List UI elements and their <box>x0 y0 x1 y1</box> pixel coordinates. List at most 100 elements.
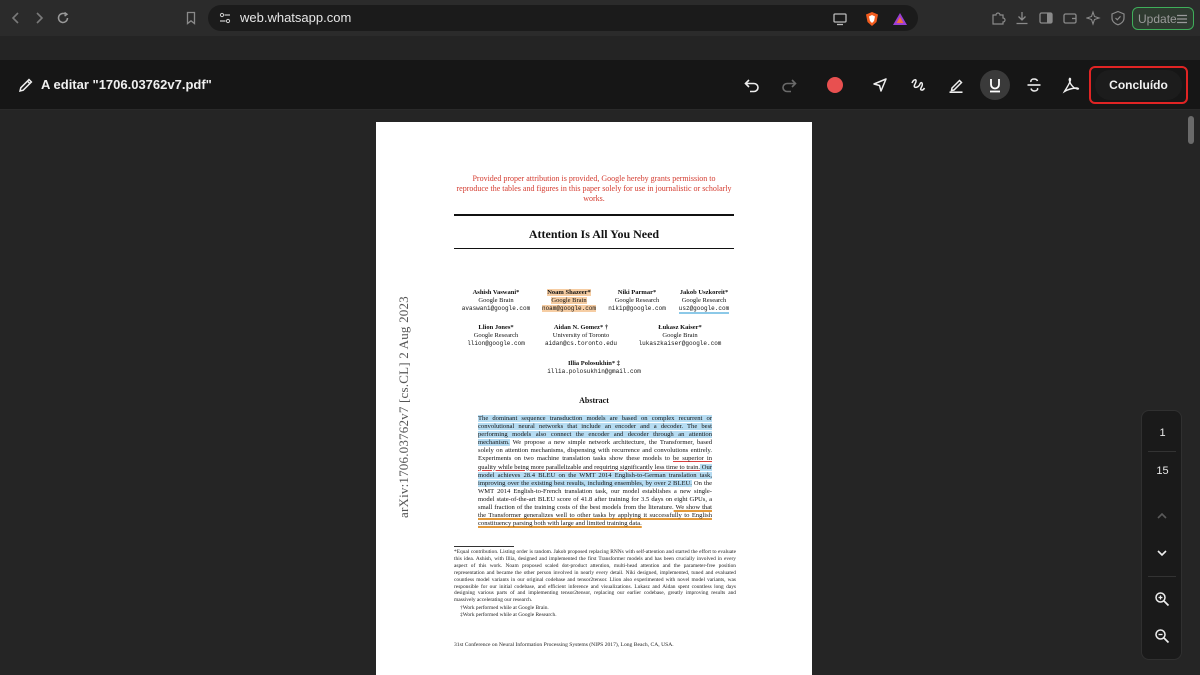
wallet-icon[interactable] <box>1062 10 1078 26</box>
author-email: llion@google.com <box>467 340 525 347</box>
scrollbar-thumb[interactable] <box>1188 116 1194 144</box>
abstract-heading: Abstract <box>579 396 609 405</box>
current-page-number[interactable]: 1 <box>1142 427 1183 439</box>
pencil-icon <box>18 78 33 93</box>
author-name: Aidan N. Gomez* † <box>553 324 609 331</box>
author-name: Llion Jones* <box>478 324 514 331</box>
redo-icon <box>782 79 797 93</box>
divider <box>1148 451 1176 452</box>
footnote-rule <box>454 546 514 547</box>
draw-tool-button[interactable] <box>903 70 933 100</box>
acrobat-icon <box>1062 77 1080 94</box>
author-email: avaswani@google.com <box>461 305 531 312</box>
author-block: Łukasz Kaiser* Google Brain lukaszkaiser… <box>628 324 732 348</box>
pdf-editor-toolbar: A editar "1706.03762v7.pdf" <box>0 60 1200 110</box>
site-settings-icon[interactable] <box>218 11 232 25</box>
brave-shield-icon[interactable] <box>864 11 880 27</box>
underline-icon <box>990 79 1000 93</box>
author-block: Ashish Vaswani* Google Brain avaswani@go… <box>456 289 536 313</box>
footnotes: *Equal contribution. Listing order is ra… <box>454 549 736 619</box>
brave-rewards-icon[interactable] <box>892 11 908 27</box>
author-email: illia.polosukhin@gmail.com <box>547 368 641 375</box>
send-icon <box>873 78 887 92</box>
author-name: Noam Shazeer* <box>547 289 591 296</box>
draw-icon <box>911 79 926 91</box>
zoom-in-icon <box>1155 592 1170 607</box>
author-affiliation: University of Toronto <box>552 332 610 339</box>
author-email: noam@google.com <box>541 305 596 312</box>
author-block: Noam Shazeer* Google Brain noam@google.c… <box>538 289 600 313</box>
author-name: Niki Parmar* <box>617 289 657 296</box>
acrobat-tool-button[interactable] <box>1056 70 1086 100</box>
menu-icon[interactable] <box>1176 13 1188 25</box>
author-affiliation: Google Research <box>473 332 519 339</box>
pdf-page[interactable]: Provided proper attribution is provided,… <box>376 122 812 675</box>
highlighter-tool-button[interactable] <box>941 70 971 100</box>
paper-title: Attention Is All You Need <box>528 227 660 241</box>
author-block: Llion Jones* Google Research llion@googl… <box>458 324 534 348</box>
author-email: lukaszkaiser@google.com <box>638 340 722 347</box>
leo-ai-icon[interactable] <box>1086 10 1102 26</box>
author-name: Łukasz Kaiser* <box>658 324 702 331</box>
next-page-button[interactable] <box>1152 543 1172 563</box>
title-rule-bottom <box>454 248 734 249</box>
permission-notice: Provided proper attribution is provided,… <box>456 174 732 203</box>
document-title: A editar "1706.03762v7.pdf" <box>41 77 212 92</box>
author-affiliation: Google Research <box>614 297 660 304</box>
author-block: Jakob Uszkoreit* Google Research usz@goo… <box>672 289 736 314</box>
forward-icon[interactable] <box>29 8 49 28</box>
footnote-double-dagger: ‡Work performed while at Google Research… <box>460 612 557 619</box>
strikethrough-tool-button[interactable] <box>1019 70 1049 100</box>
strikethrough-icon <box>1027 78 1041 92</box>
footnote-equal-contribution: *Equal contribution. Listing order is ra… <box>454 549 736 604</box>
author-email: nikip@google.com <box>608 305 666 312</box>
color-picker-button[interactable] <box>820 70 850 100</box>
redo-button[interactable] <box>774 70 804 100</box>
author-affiliation: Google Brain <box>662 332 698 339</box>
zoom-out-icon <box>1155 629 1170 644</box>
update-label: Update <box>1138 11 1177 26</box>
author-email: usz@google.com <box>678 305 730 314</box>
conference-line: 31st Conference on Neural Information Pr… <box>454 642 674 648</box>
underline-tool-button[interactable] <box>980 70 1010 100</box>
send-tool-button[interactable] <box>865 70 895 100</box>
reload-icon[interactable] <box>53 8 73 28</box>
author-block: Niki Parmar* Google Research nikip@googl… <box>602 289 672 313</box>
back-icon[interactable] <box>6 8 26 28</box>
downloads-icon[interactable] <box>1014 10 1030 26</box>
chevron-down-icon <box>1157 550 1167 557</box>
arxiv-stamp: arXiv:1706.03762v7 [cs.CL] 2 Aug 2023 <box>396 296 411 518</box>
undo-button[interactable] <box>737 70 767 100</box>
color-dot <box>827 77 843 93</box>
zoom-in-button[interactable] <box>1152 589 1172 609</box>
author-block: Aidan N. Gomez* † University of Toronto … <box>536 324 626 348</box>
divider <box>1148 576 1176 577</box>
highlighter-icon <box>949 79 963 93</box>
author-affiliation: Google Research <box>681 297 727 304</box>
url-text[interactable]: web.whatsapp.com <box>240 10 351 25</box>
author-name: Jakob Uszkoreit* <box>679 289 729 296</box>
undo-icon <box>744 79 759 93</box>
cast-icon[interactable] <box>832 11 848 27</box>
title-rule-top <box>454 214 734 216</box>
done-button[interactable]: Concluído <box>1095 70 1182 100</box>
author-affiliation: Google Brain <box>478 297 514 304</box>
update-button[interactable]: Update <box>1132 7 1194 30</box>
bookmark-icon[interactable] <box>181 8 201 28</box>
zoom-out-button[interactable] <box>1152 626 1172 646</box>
author-block: Illia Polosukhin* ‡ illia.polosukhin@gma… <box>534 360 654 376</box>
sidebar-icon[interactable] <box>1038 10 1054 26</box>
vpn-icon[interactable] <box>1110 10 1126 26</box>
extensions-icon[interactable] <box>990 10 1006 26</box>
browser-toolbar: web.whatsapp.com Update <box>0 0 1200 36</box>
author-email: aidan@cs.toronto.edu <box>544 340 617 347</box>
author-name: Illia Polosukhin* ‡ <box>567 360 621 367</box>
total-pages-number: 15 <box>1156 465 1169 477</box>
author-name: Ashish Vaswani* <box>472 289 520 296</box>
previous-page-button[interactable] <box>1152 506 1172 526</box>
page-navigation-panel: 1 15 <box>1141 410 1182 660</box>
author-affiliation: Google Brain <box>551 297 587 304</box>
tab-content-margin <box>0 36 1200 60</box>
abstract-text: The dominant sequence transduction model… <box>478 415 712 528</box>
address-bar[interactable]: web.whatsapp.com <box>208 5 918 31</box>
